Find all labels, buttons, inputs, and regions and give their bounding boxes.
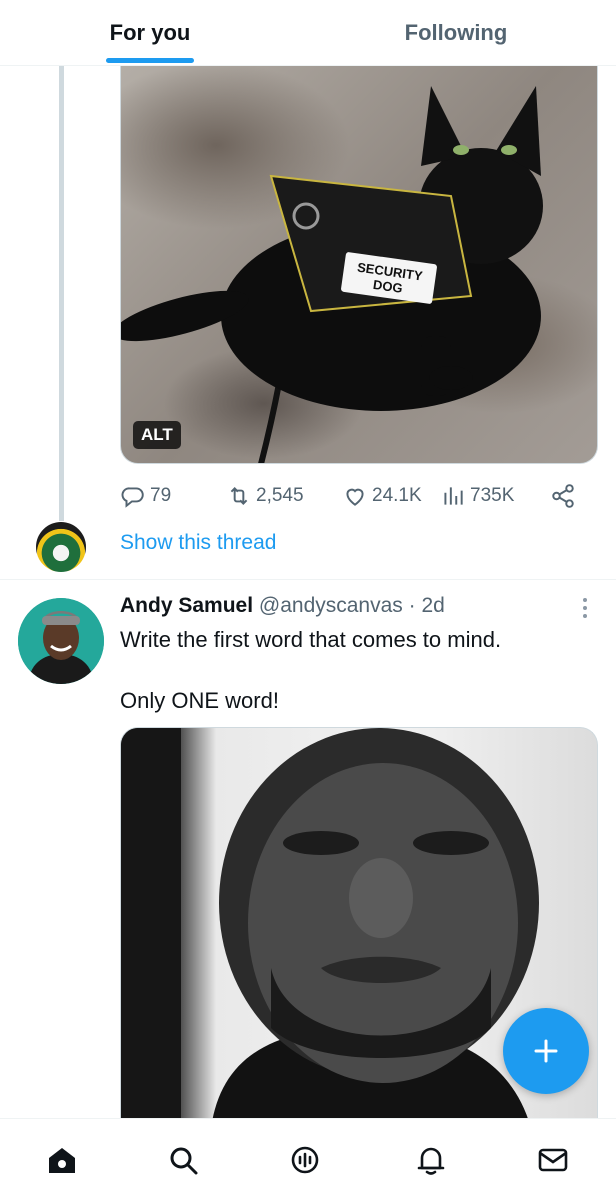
views-button[interactable]: 735K: [440, 478, 514, 514]
home-icon[interactable]: [45, 1143, 79, 1177]
reply-icon: [121, 487, 144, 508]
active-tab-indicator: [106, 58, 194, 63]
more-icon[interactable]: [574, 596, 596, 620]
retweet-button[interactable]: 2,545: [226, 478, 304, 514]
tweet-text-line-2: Only ONE word!: [120, 688, 279, 713]
like-button[interactable]: 24.1K: [342, 478, 422, 514]
thread-author-avatar[interactable]: [36, 522, 86, 572]
share-button[interactable]: [550, 478, 580, 514]
messages-icon[interactable]: [536, 1143, 570, 1177]
compose-button[interactable]: [503, 1008, 589, 1094]
avatar-portrait: [18, 598, 104, 684]
retweet-icon: [230, 487, 248, 505]
author-name[interactable]: Andy Samuel: [120, 594, 253, 617]
tweet-header: Andy Samuel @andyscanvas · 2d: [120, 594, 445, 618]
tweet-separator: [0, 579, 616, 580]
author-handle[interactable]: @andyscanvas: [259, 594, 403, 617]
views-count: 735K: [470, 485, 515, 506]
reply-button[interactable]: 79: [120, 478, 171, 514]
tweet-image-cat[interactable]: SECURITY DOG ALT: [120, 66, 598, 464]
search-icon[interactable]: [166, 1143, 200, 1177]
like-count: 24.1K: [372, 485, 422, 506]
notifications-icon[interactable]: [414, 1143, 448, 1177]
thread-connector-line: [59, 66, 64, 521]
views-icon: [444, 487, 463, 505]
heart-icon: [346, 488, 364, 506]
author-avatar-andy-samuel[interactable]: [18, 598, 104, 684]
bottom-navigation: [0, 1118, 616, 1200]
spaces-icon[interactable]: [288, 1143, 322, 1177]
retweet-count: 2,545: [256, 485, 304, 506]
tab-following[interactable]: Following: [366, 0, 546, 66]
show-thread-link[interactable]: Show this thread: [120, 531, 276, 555]
reply-count: 79: [150, 485, 172, 506]
top-tab-bar: For you Following: [0, 0, 616, 66]
tweet-text-line-1: Write the first word that comes to mind.: [120, 627, 502, 652]
tab-for-you[interactable]: For you: [60, 0, 240, 66]
alt-text-badge[interactable]: ALT: [133, 421, 181, 449]
plus-icon: [534, 1039, 558, 1063]
tweet-time: · 2d: [408, 594, 445, 617]
cat-illustration: SECURITY DOG: [121, 86, 543, 463]
share-icon: [552, 484, 574, 508]
tweet-action-bar: 79 2,545 24.1K 735K: [120, 478, 590, 514]
